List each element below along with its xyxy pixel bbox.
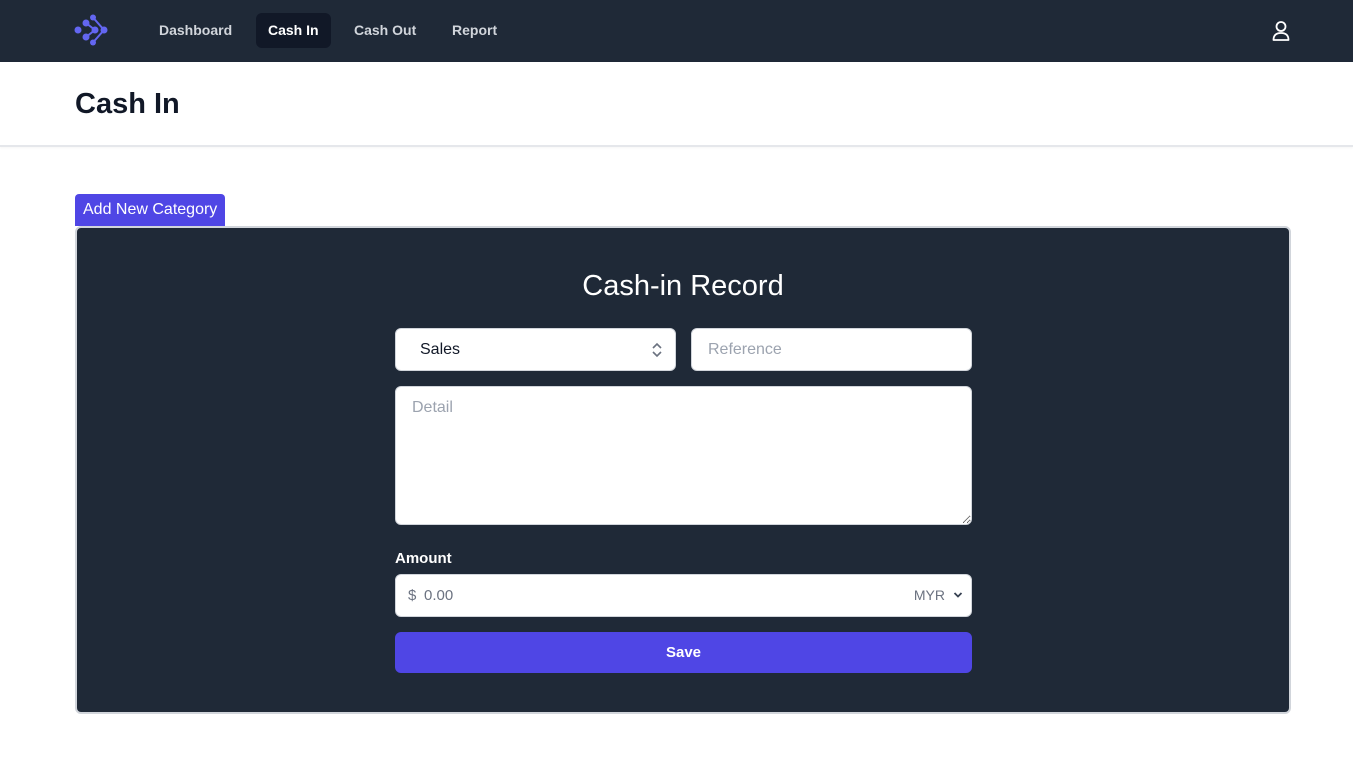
category-select-value: Sales (420, 341, 461, 358)
currency-select[interactable]: MYR (914, 575, 963, 616)
nav-item-report[interactable]: Report (440, 13, 509, 48)
amount-input[interactable] (424, 575, 864, 616)
logo-icon[interactable] (74, 14, 108, 46)
top-navbar: Dashboard Cash In Cash Out Report (0, 0, 1353, 62)
nav-item-dashboard[interactable]: Dashboard (147, 13, 244, 48)
user-icon[interactable] (1268, 18, 1294, 44)
amount-field-group: $ MYR (395, 574, 972, 617)
detail-textarea[interactable] (395, 386, 972, 525)
currency-symbol: $ (408, 587, 417, 604)
amount-label: Amount (395, 550, 452, 567)
nav-item-cash-out[interactable]: Cash Out (342, 13, 428, 48)
reference-input[interactable] (691, 328, 972, 371)
page-header: Cash In (0, 62, 1353, 147)
form-title: Cash-in Record (582, 270, 784, 302)
chevron-down-icon (953, 592, 963, 598)
chevron-up-down-icon (652, 342, 662, 358)
add-new-category-button[interactable]: Add New Category (75, 194, 226, 226)
page-title: Cash In (75, 88, 180, 120)
cash-in-form-card: Cash-in Record Sales Amount $ MYR Save (75, 226, 1291, 714)
category-select[interactable]: Sales (395, 328, 676, 371)
nav-item-cash-in[interactable]: Cash In (256, 13, 331, 48)
currency-select-value: MYR (913, 587, 945, 603)
save-button[interactable]: Save (395, 632, 972, 673)
